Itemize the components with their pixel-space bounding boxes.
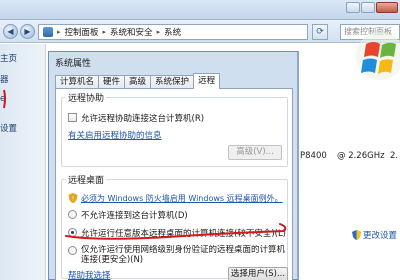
refresh-icon[interactable]: ⟳ xyxy=(312,24,328,40)
back-arrow-icon[interactable]: ◀ xyxy=(3,24,18,39)
tab-advanced[interactable]: 高级 xyxy=(124,75,152,89)
windows-logo-icon xyxy=(356,32,400,80)
left-navigation-pane: 主页 器 e 设置 xyxy=(0,44,46,280)
cpu-speed-text-2: 2. xyxy=(390,151,399,161)
advanced-button[interactable]: 高级(V)... xyxy=(228,145,282,160)
left-nav-home[interactable]: 主页 xyxy=(0,52,17,64)
radio-do-not-allow-label[interactable]: 不允许连接到这台计算机(D) xyxy=(81,209,188,221)
radio-allow-any-version-label[interactable]: 允许运行任意版本远程桌面的计算机连接(较不安全)(L) xyxy=(81,227,286,239)
remote-tab-panel: 远程协助 允许远程协助连接这台计算机(R) 有关启用远程协助的信息 高级(V).… xyxy=(55,88,293,280)
address-toolbar: ◀ ▶ ▸ 控制面板 ▸ 系统和安全 ▸ 系统 ⟳ 搜索控制面板 xyxy=(0,20,400,43)
warning-shield-icon: ! xyxy=(68,193,78,203)
radio-allow-nla-only[interactable] xyxy=(68,246,77,255)
cpu-model-text: P8400 xyxy=(300,151,327,161)
radio-allow-nla-only-label[interactable]: 仅允许运行使用网络级别身份验证的远程桌面的计算机连接(更安全)(N) xyxy=(81,245,286,265)
close-button[interactable] xyxy=(376,2,398,13)
allow-remote-assistance-checkbox[interactable] xyxy=(68,113,77,122)
chevron-right-icon: ▸ xyxy=(57,28,61,36)
chevron-right-icon: ▸ xyxy=(102,28,107,36)
allow-remote-assistance-label[interactable]: 允许远程协助连接这台计算机(R) xyxy=(81,112,204,124)
address-field[interactable]: ▸ 控制面板 ▸ 系统和安全 ▸ 系统 xyxy=(38,24,308,40)
maximize-button[interactable] xyxy=(361,2,375,13)
change-settings-link[interactable]: 更改设置 xyxy=(352,229,397,241)
tab-computer-name[interactable]: 计算机名 xyxy=(55,75,100,89)
change-settings-label[interactable]: 更改设置 xyxy=(363,229,397,241)
svg-text:!: ! xyxy=(72,196,75,203)
help-me-choose-link[interactable]: 帮助我选择 xyxy=(68,269,111,280)
chevron-right-icon: ▸ xyxy=(156,28,161,36)
left-nav-settings[interactable]: 设置 xyxy=(0,122,17,134)
forward-arrow-icon[interactable]: ▶ xyxy=(20,24,35,39)
left-nav-device-manager[interactable]: 器 xyxy=(0,73,9,85)
caption-buttons xyxy=(346,2,398,13)
system-properties-dialog: 系统属性 计算机名 硬件 高级 系统保护 远程 远程协助 允许远程协助连接这台计… xyxy=(48,51,299,280)
cpu-speed-text: @ 2.26GHz xyxy=(337,151,385,161)
left-nav-remote[interactable]: e xyxy=(0,94,5,104)
uac-shield-icon xyxy=(352,230,361,240)
control-panel-icon xyxy=(43,27,53,37)
remote-assistance-heading: 远程协助 xyxy=(66,91,107,104)
tab-hardware[interactable]: 硬件 xyxy=(98,75,126,89)
remote-assistance-help-link[interactable]: 有关启用远程协助的信息 xyxy=(68,129,162,141)
window-titlebar xyxy=(0,0,400,20)
dialog-tabs: 计算机名 硬件 高级 系统保护 远程 xyxy=(55,73,221,89)
breadcrumb-system-security[interactable]: 系统和安全 xyxy=(110,26,153,38)
firewall-exception-link[interactable]: 必须为 Windows 防火墙启用 Windows 远程桌面例外。 xyxy=(81,193,283,204)
tab-remote[interactable]: 远程 xyxy=(193,73,221,89)
minimize-button[interactable] xyxy=(346,2,360,13)
radio-do-not-allow[interactable] xyxy=(68,210,77,219)
select-users-button[interactable]: 选择用户(S)... xyxy=(228,267,288,280)
dialog-title: 系统属性 xyxy=(55,59,92,69)
tab-system-protection[interactable]: 系统保护 xyxy=(150,75,195,89)
remote-desktop-heading: 远程桌面 xyxy=(66,173,107,186)
breadcrumb-control-panel[interactable]: 控制面板 xyxy=(65,26,99,38)
radio-allow-any-version[interactable] xyxy=(68,228,77,237)
breadcrumb-system[interactable]: 系统 xyxy=(164,26,181,38)
